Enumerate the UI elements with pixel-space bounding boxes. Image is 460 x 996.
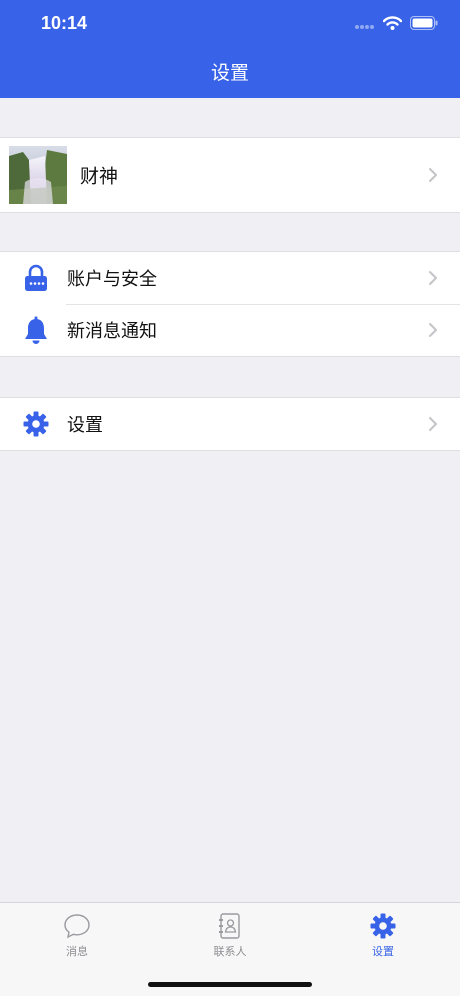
chat-bubble-icon	[37, 911, 117, 941]
tab-contacts-label: 联系人	[213, 945, 247, 958]
status-icons	[355, 15, 438, 34]
tab-messages[interactable]: 消息	[37, 911, 117, 959]
tab-settings[interactable]: 设置	[343, 911, 423, 959]
tab-messages-label: 消息	[66, 945, 88, 958]
status-time: 10:14	[41, 13, 88, 33]
bell-icon	[23, 316, 49, 344]
account-security-label: 账户与安全	[67, 269, 157, 290]
profile-group: 财神	[0, 137, 460, 213]
navigation-header: 10:14 设置	[0, 0, 460, 98]
settings-group: 设置	[0, 397, 460, 451]
notifications-label: 新消息通知	[67, 321, 157, 342]
profile-row[interactable]: 财神	[0, 138, 460, 212]
battery-icon	[410, 15, 438, 34]
contacts-book-icon	[190, 911, 270, 941]
gear-icon	[343, 911, 423, 941]
avatar	[9, 146, 67, 204]
settings-label: 设置	[67, 415, 103, 436]
wifi-icon	[382, 15, 403, 34]
notifications-row[interactable]: 新消息通知	[0, 304, 460, 356]
signal-icon	[355, 15, 375, 34]
tab-contacts[interactable]: 联系人	[190, 911, 270, 959]
settings-row[interactable]: 设置	[0, 398, 460, 450]
account-security-row[interactable]: 账户与安全	[0, 252, 460, 304]
home-indicator	[148, 982, 312, 987]
tab-settings-label: 设置	[372, 945, 394, 958]
chevron-right-icon	[429, 168, 437, 182]
gear-icon	[23, 410, 49, 438]
chevron-right-icon	[429, 323, 437, 337]
page-title: 设置	[210, 62, 249, 84]
lock-icon	[23, 264, 49, 292]
chevron-right-icon	[429, 271, 437, 285]
profile-name: 财神	[80, 165, 119, 188]
account-group: 账户与安全 新消息通知	[0, 251, 460, 357]
chevron-right-icon	[429, 417, 437, 431]
tab-bar: 消息 联系人 设置	[0, 902, 460, 996]
